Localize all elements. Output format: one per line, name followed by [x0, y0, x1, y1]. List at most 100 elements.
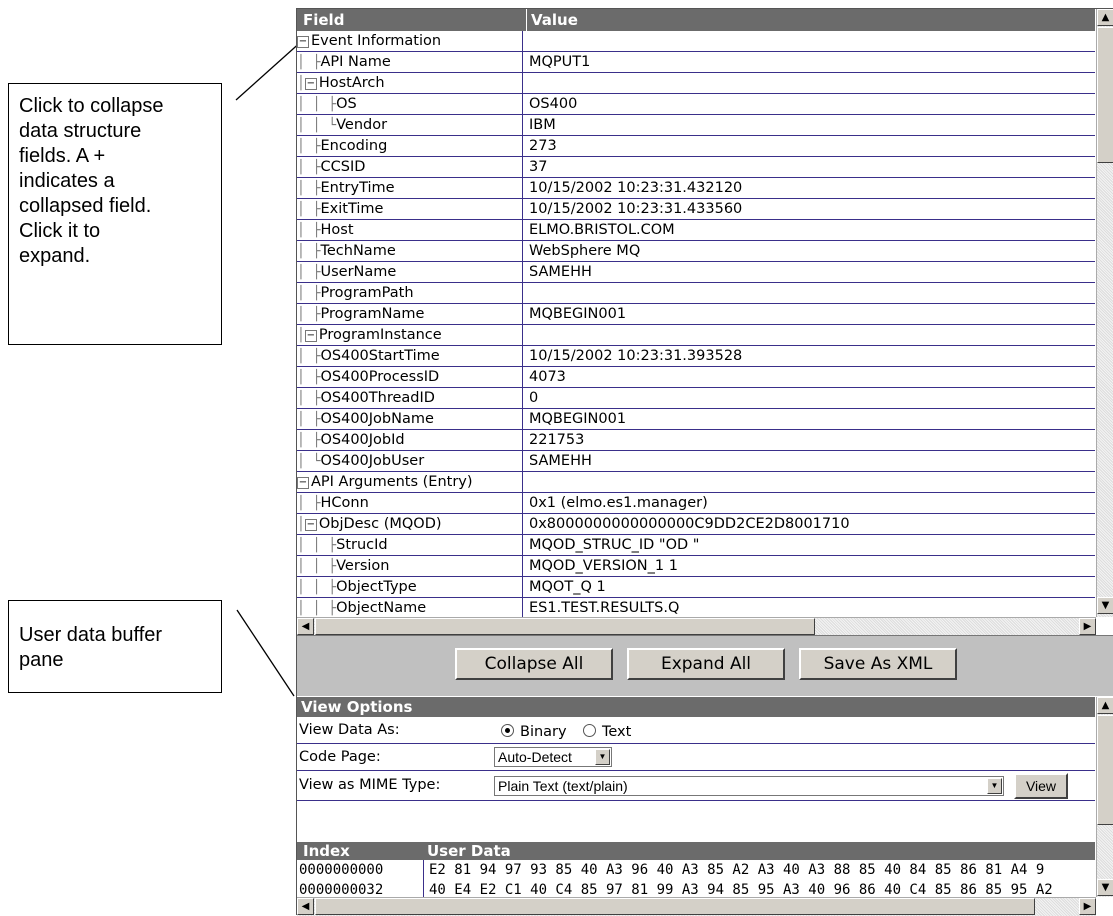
field-name: ObjDesc (MQOD) — [318, 516, 442, 532]
tree-guide-lines: │ ├ — [297, 412, 321, 427]
view-button[interactable]: View — [1014, 773, 1068, 799]
field-cell: │ │ ├Version — [297, 556, 523, 576]
user-data-column-header[interactable]: User Data — [427, 842, 511, 860]
collapse-toggle-icon[interactable]: − — [304, 78, 317, 90]
field-name: Vendor — [336, 117, 388, 133]
h-scroll-thumb[interactable] — [315, 618, 815, 635]
tree-row[interactable]: − API Arguments (Entry) — [297, 472, 1095, 493]
field-cell: │ │ └Vendor — [297, 115, 523, 135]
field-name: OS — [336, 96, 357, 112]
scroll-up-icon[interactable]: ▲ — [1097, 697, 1113, 714]
tree-horizontal-scrollbar[interactable]: ◀ ▶ — [297, 617, 1096, 636]
field-cell: │ └OS400JobUser — [297, 451, 523, 471]
binary-radio-icon[interactable] — [501, 724, 514, 737]
field-cell: │ − HostArch — [297, 73, 523, 93]
tree-guide-lines: │ ├ — [297, 181, 321, 196]
collapse-toggle-icon[interactable]: − — [297, 477, 309, 489]
tree-guide-lines: │ — [297, 328, 305, 343]
tree-row[interactable]: │ │ ├Version MQOD_VERSION_1 1 — [297, 556, 1095, 577]
field-name: Encoding — [320, 138, 388, 154]
tree-row[interactable]: │ ├EntryTime 10/15/2002 10:23:31.432120 — [297, 178, 1095, 199]
tree-row[interactable]: │ ├OS400StartTime 10/15/2002 10:23:31.393… — [297, 346, 1095, 367]
tree-row[interactable]: │ ├OS400ThreadID 0 — [297, 388, 1095, 409]
collapse-toggle-icon[interactable]: − — [304, 519, 317, 531]
tree-row[interactable]: │ ├ExitTime 10/15/2002 10:23:31.433560 — [297, 199, 1095, 220]
tree-row[interactable]: │ ├OS400JobId 221753 — [297, 430, 1095, 451]
field-cell: − API Arguments (Entry) — [297, 472, 523, 492]
field-value: 273 — [529, 138, 557, 154]
scroll-down-icon[interactable]: ▼ — [1097, 879, 1113, 896]
options-h-scroll-thumb[interactable] — [315, 898, 1035, 915]
index-column-header[interactable]: Index — [303, 842, 350, 860]
field-value: 10/15/2002 10:23:31.432120 — [529, 180, 743, 196]
field-value: IBM — [529, 117, 556, 133]
text-radio[interactable]: Text — [583, 719, 631, 745]
field-cell: │ │ ├StrucId — [297, 535, 523, 555]
tree-row[interactable]: │ │ ├ObjectName ES1.TEST.RESULTS.Q — [297, 598, 1095, 617]
scroll-down-icon[interactable]: ▼ — [1097, 597, 1113, 614]
tree-row[interactable]: │ └OS400JobUser SAMEHH — [297, 451, 1095, 472]
tree-row[interactable]: │ │ ├StrucId MQOD_STRUC_ID "OD " — [297, 535, 1095, 556]
field-name: CCSID — [320, 159, 366, 175]
field-cell: │ ├ProgramPath — [297, 283, 523, 303]
tree-row[interactable]: │ │ ├OS OS400 — [297, 94, 1095, 115]
text-label: Text — [602, 724, 632, 740]
tree-guide-lines: │ │ ├ — [297, 538, 337, 553]
tree-row[interactable]: │ ├HConn 0x1 (elmo.es1.manager) — [297, 493, 1095, 514]
field-value: ELMO.BRISTOL.COM — [529, 222, 675, 238]
collapse-all-button[interactable]: Collapse All — [455, 648, 613, 680]
chevron-down-icon[interactable]: ▼ — [987, 778, 1002, 794]
scroll-up-icon[interactable]: ▲ — [1097, 9, 1113, 26]
field-cell: │ ├Encoding — [297, 136, 523, 156]
tree-row[interactable]: │ ├ProgramName MQBEGIN001 — [297, 304, 1095, 325]
options-scroll-thumb[interactable] — [1097, 715, 1113, 825]
tree-row[interactable]: │ − ObjDesc (MQOD) 0x8000000000000000C9DD2C… — [297, 514, 1095, 535]
code-page-row: Code Page: Auto-Detect ▼ — [297, 744, 1095, 771]
collapse-toggle-icon[interactable]: − — [297, 36, 309, 48]
tree-row[interactable]: │ ├API Name MQPUT1 — [297, 52, 1095, 73]
tree-row[interactable]: │ ├Host ELMO.BRISTOL.COM — [297, 220, 1095, 241]
scroll-right-icon[interactable]: ▶ — [1079, 618, 1096, 635]
tree-guide-lines: │ │ ├ — [297, 580, 337, 595]
options-vertical-scrollbar[interactable]: ▲ ▼ — [1096, 697, 1113, 897]
value-column-header[interactable]: Value — [526, 9, 578, 31]
text-radio-icon[interactable] — [583, 724, 596, 737]
scroll-left-icon[interactable]: ◀ — [297, 898, 314, 915]
tree-row[interactable]: │ ├UserName SAMEHH — [297, 262, 1095, 283]
options-horizontal-scrollbar[interactable]: ◀ ▶ — [297, 897, 1096, 916]
mime-type-label: View as MIME Type: — [299, 777, 441, 793]
tree-row[interactable]: │ │ └Vendor IBM — [297, 115, 1095, 136]
collapse-help-callout: Click to collapse data structure fields.… — [8, 83, 222, 345]
chevron-down-icon[interactable]: ▼ — [595, 749, 610, 765]
field-name: ExitTime — [320, 201, 384, 217]
view-data-as-row: View Data As: Binary Text — [297, 717, 1095, 744]
tree-row[interactable]: │ ├ProgramPath — [297, 283, 1095, 304]
field-value: OS400 — [529, 96, 578, 112]
tree-guide-lines: │ │ ├ — [297, 601, 337, 616]
collapse-toggle-icon[interactable]: − — [304, 330, 317, 342]
tree-row[interactable]: │ ├OS400ProcessID 4073 — [297, 367, 1095, 388]
tree-row[interactable]: │ ├CCSID 37 — [297, 157, 1095, 178]
tree-row[interactable]: │ │ ├ObjectType MQOT_Q 1 — [297, 577, 1095, 598]
tree-row[interactable]: │ ├Encoding 273 — [297, 136, 1095, 157]
tree-row[interactable]: │ ├OS400JobName MQBEGIN001 — [297, 409, 1095, 430]
field-column-header[interactable]: Field — [303, 9, 344, 31]
tree-row[interactable]: │ − ProgramInstance — [297, 325, 1095, 346]
field-name: ObjectType — [336, 579, 417, 595]
expand-all-button[interactable]: Expand All — [627, 648, 785, 680]
save-as-xml-button[interactable]: Save As XML — [799, 648, 957, 680]
scroll-thumb[interactable] — [1097, 27, 1113, 163]
tree-guide-lines: │ ├ — [297, 391, 321, 406]
tree-guide-lines: │ ├ — [297, 160, 321, 175]
binary-radio[interactable]: Binary — [501, 719, 567, 745]
tree-row[interactable]: │ − HostArch — [297, 73, 1095, 94]
tree-row[interactable]: │ ├TechName WebSphere MQ — [297, 241, 1095, 262]
mime-type-select[interactable]: Plain Text (text/plain) ▼ — [494, 776, 1004, 796]
user-data-row[interactable]: 0000000000 E2 81 94 97 93 85 40 A3 96 40 … — [297, 860, 1095, 880]
tree-vertical-scrollbar[interactable]: ▲ ▼ — [1096, 9, 1113, 617]
tree-guide-lines: │ │ ├ — [297, 97, 337, 112]
code-page-select[interactable]: Auto-Detect ▼ — [494, 747, 612, 767]
scroll-right-icon[interactable]: ▶ — [1079, 898, 1096, 915]
tree-row[interactable]: − Event Information — [297, 31, 1095, 52]
scroll-left-icon[interactable]: ◀ — [297, 618, 314, 635]
